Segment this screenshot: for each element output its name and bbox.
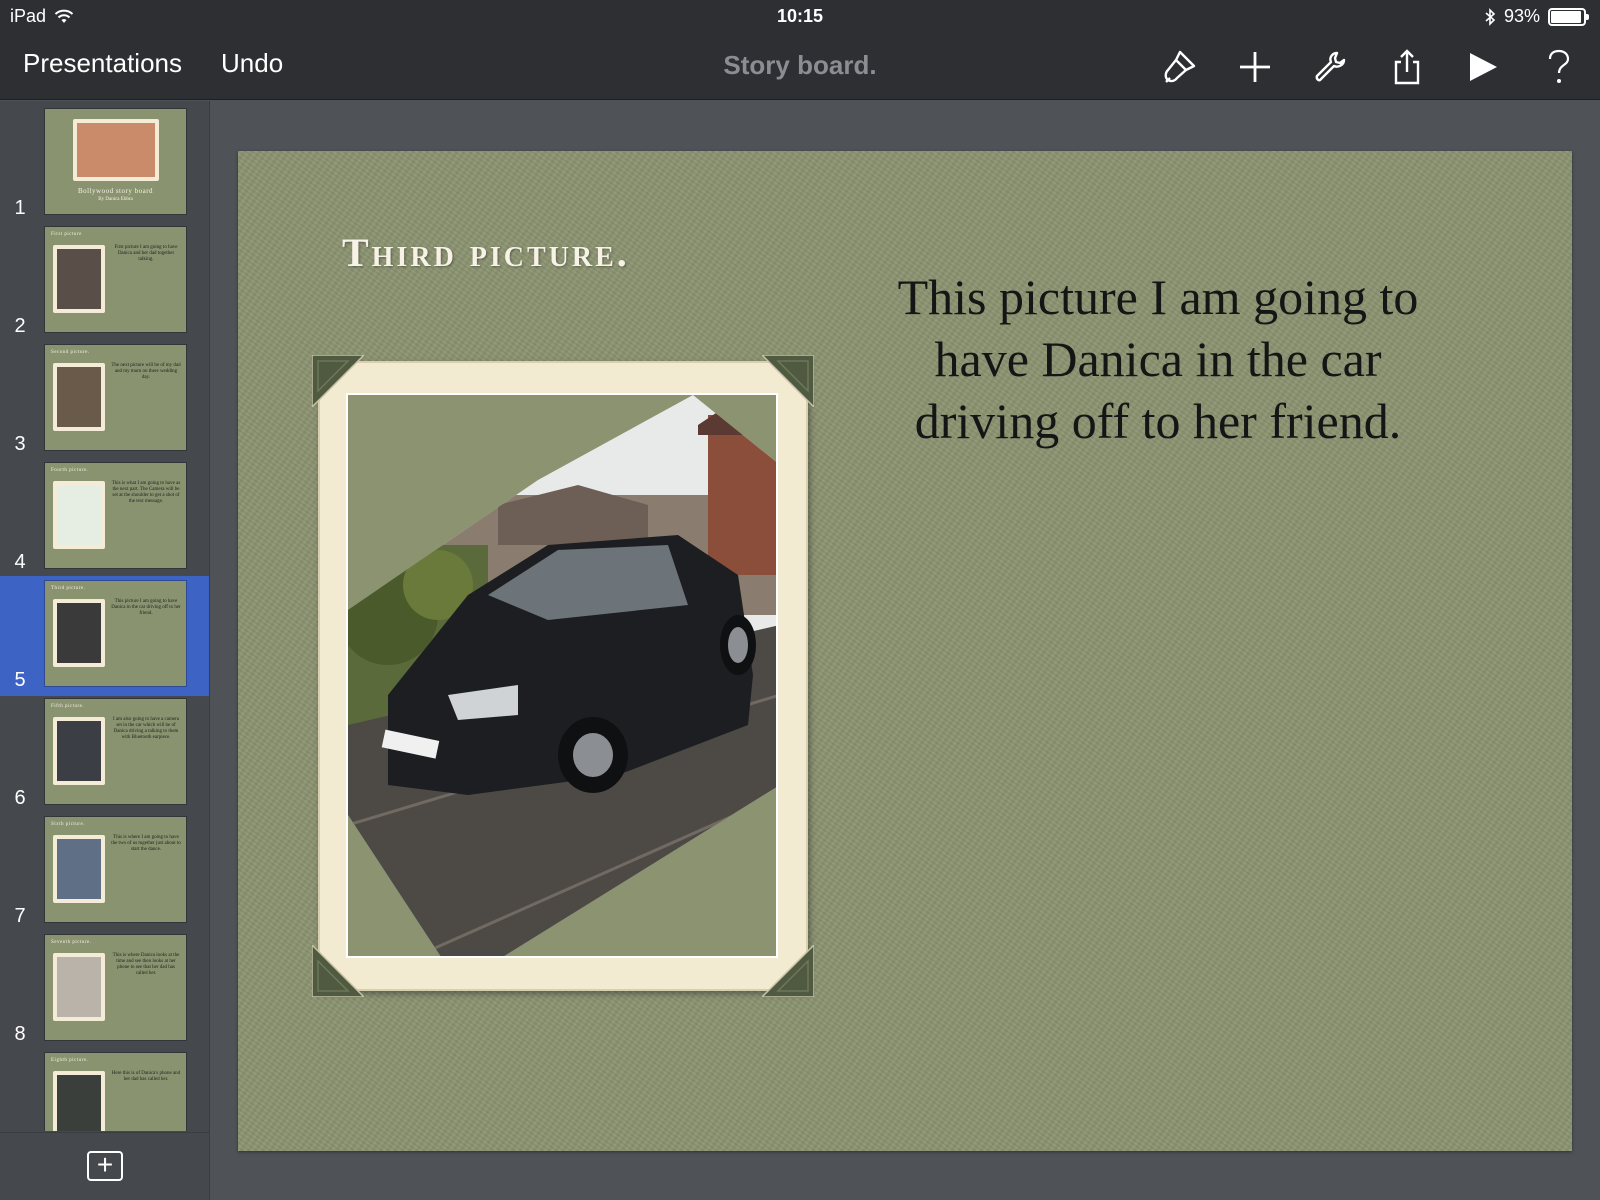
slide-preview: Second picture. The next picture will be …: [45, 345, 186, 450]
battery-icon: [1548, 7, 1589, 26]
slide-thumbnail-1[interactable]: 1 Bollywood story board By Danica Ebbra: [0, 104, 209, 224]
tools-button[interactable]: [1308, 44, 1354, 90]
slide-thumbnail-4[interactable]: 4 Fourth picture. This is what I am going …: [0, 458, 209, 578]
clock: 10:15: [776, 6, 824, 26]
wrench-icon: [1315, 51, 1346, 82]
slide-preview-photo: [53, 599, 105, 667]
slide-number: 5: [14, 669, 26, 691]
slide-number: 3: [14, 433, 26, 455]
slide-preview-title: Fifth picture.: [51, 704, 85, 709]
slide-number: 2: [14, 315, 26, 337]
slide-preview: Fourth picture. This is what I am going t…: [45, 463, 186, 568]
slide-preview-photo: [53, 363, 105, 431]
undo-button[interactable]: Undo: [221, 48, 283, 79]
slide-preview: Third picture. This picture I am going to…: [45, 581, 186, 686]
slide-preview-title: Third picture.: [51, 586, 86, 591]
slide-number: 8: [14, 1023, 26, 1045]
slide-thumbnail-5[interactable]: 5 Third picture. This picture I am going t…: [0, 576, 209, 696]
slide-title[interactable]: Third picture.: [342, 229, 630, 276]
slide-preview-text: This is what I am going to have as the n…: [111, 481, 181, 504]
slide-preview-text: This picture I am going to have Danica i…: [111, 599, 181, 616]
slide-thumbnail-3[interactable]: 3 Second picture. The next picture will be…: [0, 340, 209, 460]
slide-preview-photo: [53, 835, 105, 903]
slide-preview-title: Seventh picture.: [51, 940, 92, 945]
battery-percent: 93%: [1503, 6, 1540, 26]
slide-number: 6: [14, 787, 26, 809]
insert-button[interactable]: [1232, 44, 1278, 90]
slide-preview-text: Here this is of Danica's phone and her d…: [111, 1071, 181, 1082]
slide-preview-text: First picture I am going to have Danica …: [114, 245, 178, 262]
slide-preview-text: This is where Danica looks at the time a…: [112, 953, 180, 976]
slide-preview: First picture First picture I am going to…: [45, 227, 186, 332]
paintbrush-icon: [1164, 50, 1196, 83]
car-photo[interactable]: [346, 393, 778, 958]
help-button[interactable]: [1536, 44, 1582, 90]
format-button[interactable]: [1156, 44, 1202, 90]
slide-preview-title: Second picture.: [51, 350, 90, 355]
slide-thumbnail-list[interactable]: 1 Bollywood story board By Danica Ebbra 2 Fi…: [0, 101, 209, 1131]
slide-preview-subtitle: By Danica Ebbra: [98, 197, 133, 202]
slide-preview-title: First picture: [51, 232, 82, 237]
photo-frame[interactable]: [312, 355, 814, 997]
slide-preview-title: Eighth picture.: [51, 1058, 89, 1063]
slide-thumbnail-7[interactable]: 7 Sixth picture. This is where I am going …: [0, 812, 209, 932]
sidebar-footer: +: [0, 1132, 209, 1200]
slide-preview: Bollywood story board By Danica Ebbra: [45, 109, 186, 214]
slide-preview-photo: [73, 119, 159, 181]
slide-preview-photo: [53, 481, 105, 549]
slide-preview-text: The next picture will be of my dad and m…: [111, 363, 181, 380]
slide-preview-photo: [53, 245, 105, 313]
slide-thumbnail-8[interactable]: 8 Seventh picture. This is where Danica lo…: [0, 930, 209, 1050]
slide-preview: Eighth picture. Here this is of Danica's …: [45, 1053, 186, 1131]
bluetooth-icon: [1485, 7, 1496, 26]
slide-preview-photo: [53, 717, 105, 785]
slide-preview-text: This is where I am going to have the two…: [111, 835, 181, 852]
plus-icon: [1240, 52, 1270, 82]
presentations-button[interactable]: Presentations: [23, 48, 182, 79]
current-slide[interactable]: Third picture. This picture I am going t…: [238, 151, 1572, 1151]
slide-preview-photo: [53, 953, 105, 1021]
photo-corner-bottom-right: [762, 945, 814, 997]
slide-number: 1: [14, 197, 26, 219]
photo-corner-top-left: [312, 355, 364, 407]
slide-number: 4: [14, 551, 26, 573]
slide-thumbnail-6[interactable]: 6 Fifth picture. I am also going to have a…: [0, 694, 209, 814]
slide-body-text[interactable]: This picture I am going to have Danica i…: [858, 266, 1458, 452]
slide-preview-title: Fourth picture.: [51, 468, 89, 473]
slide-preview: Fifth picture. I am also going to have a …: [45, 699, 186, 804]
share-button[interactable]: [1384, 44, 1430, 90]
share-icon: [1394, 49, 1420, 85]
status-bar: iPad 10:15 93%: [0, 0, 1600, 32]
slide-preview: Sixth picture. This is where I am going t…: [45, 817, 186, 922]
car-photo-image: [348, 395, 776, 956]
slide-preview-title: Bollywood story board: [77, 187, 154, 195]
help-icon: [1548, 49, 1570, 83]
slide-preview: Seventh picture. This is where Danica loo…: [45, 935, 186, 1040]
slide-preview-text: I am also going to have a camera set in …: [113, 717, 179, 740]
slide-thumbnail-2[interactable]: 2 First picture First picture I am going t…: [0, 222, 209, 342]
toolbar: Presentations Undo Story board.: [0, 32, 1600, 100]
slide-thumbnail-9[interactable]: 9Eighth picture.Here this is of Danica's…: [0, 1048, 209, 1131]
play-button[interactable]: [1460, 44, 1506, 90]
slide-canvas: Third picture. This picture I am going t…: [210, 101, 1600, 1200]
photo-corner-bottom-left: [312, 945, 364, 997]
battery-fill: [1551, 10, 1581, 23]
plus-icon: +: [96, 1149, 114, 1180]
add-slide-button[interactable]: +: [87, 1151, 123, 1181]
toolbar-icons: [1156, 44, 1582, 90]
slide-preview-photo: [53, 1071, 105, 1131]
slide-number: 7: [14, 905, 26, 927]
slide-navigator: 1 Bollywood story board By Danica Ebbra 2 Fi…: [0, 101, 210, 1200]
play-icon: [1470, 53, 1497, 81]
photo-corner-top-right: [762, 355, 814, 407]
slide-preview-title: Sixth picture.: [51, 822, 85, 827]
status-right: 93%: [1484, 6, 1589, 27]
